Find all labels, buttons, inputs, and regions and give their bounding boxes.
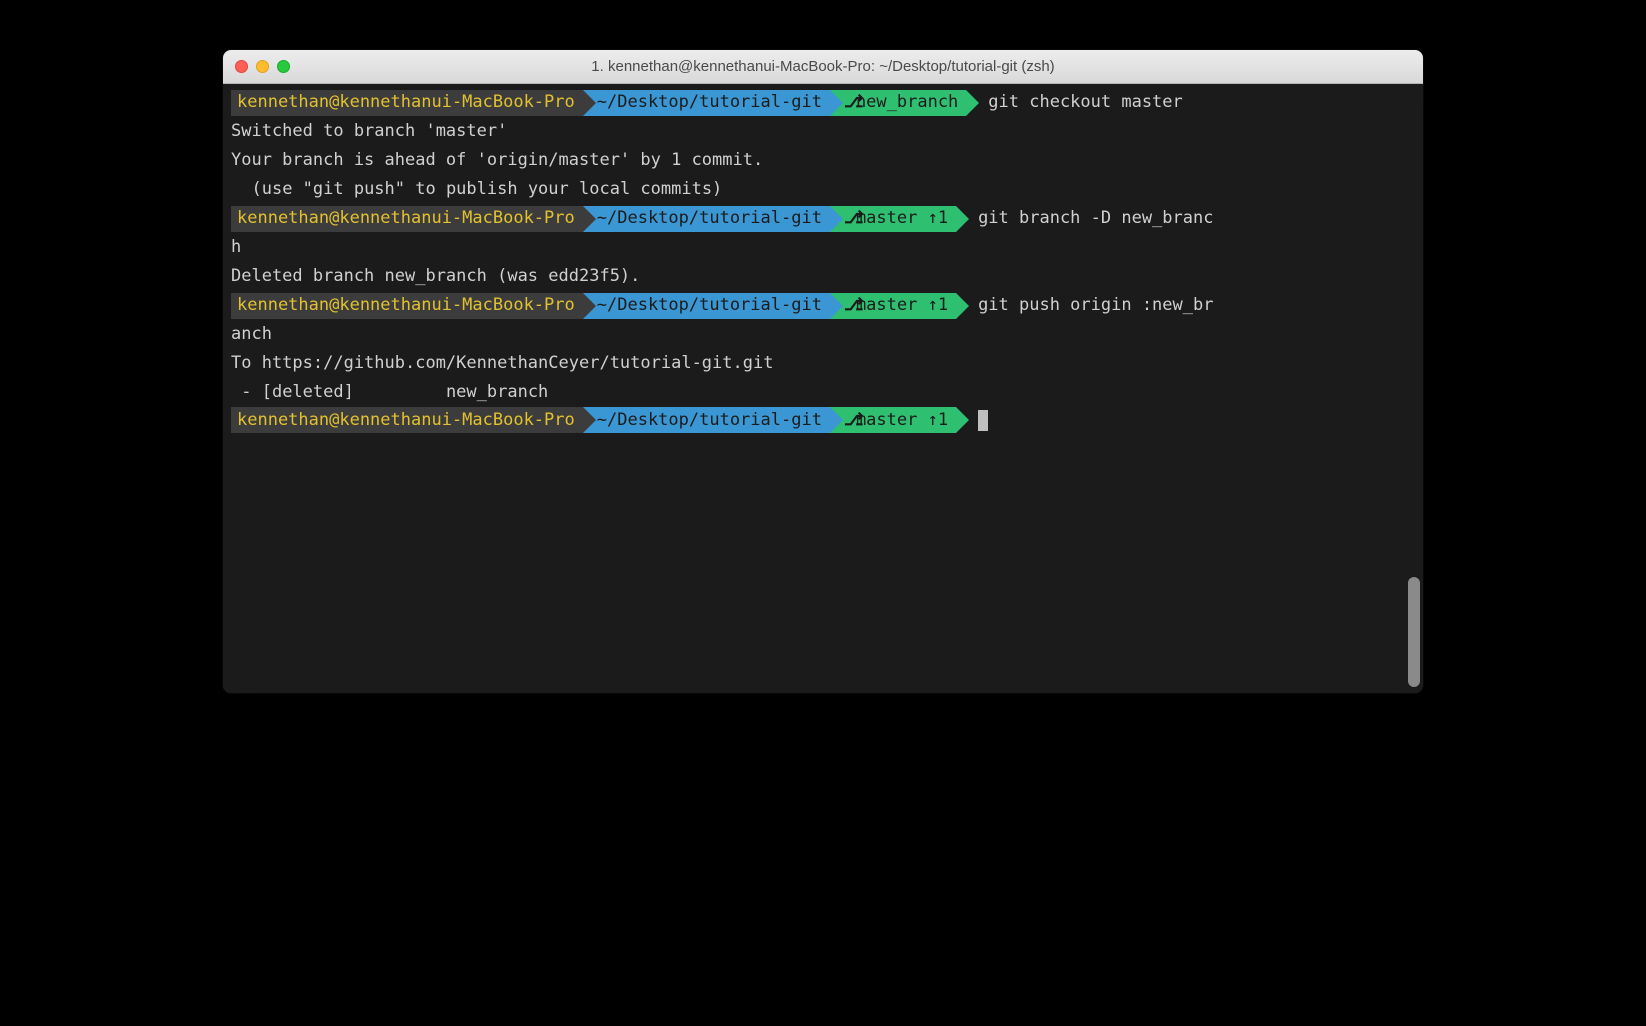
scrollbar[interactable]	[1406, 124, 1420, 687]
prompt-host-segment: kennethan@kennethanui-MacBook-Pro	[231, 407, 583, 433]
prompt-path: ~/Desktop/tutorial-git	[597, 88, 822, 117]
prompt-host: kennethan@kennethanui-MacBook-Pro	[237, 406, 575, 435]
terminal-body[interactable]: kennethan@kennethanui-MacBook-Pro ~/Desk…	[223, 84, 1423, 693]
prompt-line: kennethan@kennethanui-MacBook-Pro ~/Desk…	[223, 291, 1423, 320]
window-title: 1. kennethan@kennethanui-MacBook-Pro: ~/…	[591, 58, 1054, 75]
titlebar[interactable]: 1. kennethan@kennethanui-MacBook-Pro: ~/…	[223, 50, 1423, 84]
prompt-host-segment: kennethan@kennethanui-MacBook-Pro	[231, 206, 583, 232]
prompt-path-segment: ~/Desktop/tutorial-git	[583, 206, 830, 232]
command-text: git branch -D new_branc	[978, 204, 1213, 233]
prompt-host-segment: kennethan@kennethanui-MacBook-Pro	[231, 293, 583, 319]
prompt-branch-segment: ⎇new_branch	[830, 90, 966, 116]
prompt-line: kennethan@kennethanui-MacBook-Pro ~/Desk…	[223, 204, 1423, 233]
prompt-host: kennethan@kennethanui-MacBook-Pro	[237, 88, 575, 117]
prompt-host: kennethan@kennethanui-MacBook-Pro	[237, 204, 575, 233]
minimize-icon[interactable]	[256, 60, 269, 73]
prompt-branch-segment: ⎇master ↑1	[830, 206, 956, 232]
prompt-branch-segment: ⎇master ↑1	[830, 293, 956, 319]
prompt-branch: master ↑1	[856, 204, 948, 233]
output-line: - [deleted] new_branch	[223, 378, 1423, 407]
git-branch-icon: ⎇	[844, 88, 856, 117]
terminal-window: 1. kennethan@kennethanui-MacBook-Pro: ~/…	[223, 50, 1423, 693]
window-controls	[235, 60, 290, 73]
prompt-branch: master ↑1	[856, 406, 948, 435]
prompt-path-segment: ~/Desktop/tutorial-git	[583, 407, 830, 433]
prompt-branch: new_branch	[856, 88, 958, 117]
git-branch-icon: ⎇	[844, 406, 856, 435]
prompt-line: kennethan@kennethanui-MacBook-Pro ~/Desk…	[223, 88, 1423, 117]
command-text-wrap: anch	[223, 320, 1423, 349]
prompt-host-segment: kennethan@kennethanui-MacBook-Pro	[231, 90, 583, 116]
zoom-icon[interactable]	[277, 60, 290, 73]
close-icon[interactable]	[235, 60, 248, 73]
output-line: Your branch is ahead of 'origin/master' …	[223, 146, 1423, 175]
git-branch-icon: ⎇	[844, 291, 856, 320]
prompt-path-segment: ~/Desktop/tutorial-git	[583, 293, 830, 319]
prompt-host: kennethan@kennethanui-MacBook-Pro	[237, 291, 575, 320]
prompt-branch-segment: ⎇master ↑1	[830, 407, 956, 433]
scrollbar-thumb[interactable]	[1408, 577, 1420, 687]
git-branch-icon: ⎇	[844, 204, 856, 233]
output-line: Deleted branch new_branch (was edd23f5).	[223, 262, 1423, 291]
output-line: To https://github.com/KennethanCeyer/tut…	[223, 349, 1423, 378]
prompt-path-segment: ~/Desktop/tutorial-git	[583, 90, 830, 116]
output-line: Switched to branch 'master'	[223, 117, 1423, 146]
prompt-branch: master ↑1	[856, 291, 948, 320]
cursor-icon	[978, 410, 988, 431]
prompt-path: ~/Desktop/tutorial-git	[597, 406, 822, 435]
command-text: git checkout master	[988, 88, 1182, 117]
prompt-line: kennethan@kennethanui-MacBook-Pro ~/Desk…	[223, 407, 1423, 433]
prompt-path: ~/Desktop/tutorial-git	[597, 204, 822, 233]
command-text: git push origin :new_br	[978, 291, 1213, 320]
prompt-path: ~/Desktop/tutorial-git	[597, 291, 822, 320]
output-line: (use "git push" to publish your local co…	[223, 175, 1423, 204]
command-text-wrap: h	[223, 233, 1423, 262]
